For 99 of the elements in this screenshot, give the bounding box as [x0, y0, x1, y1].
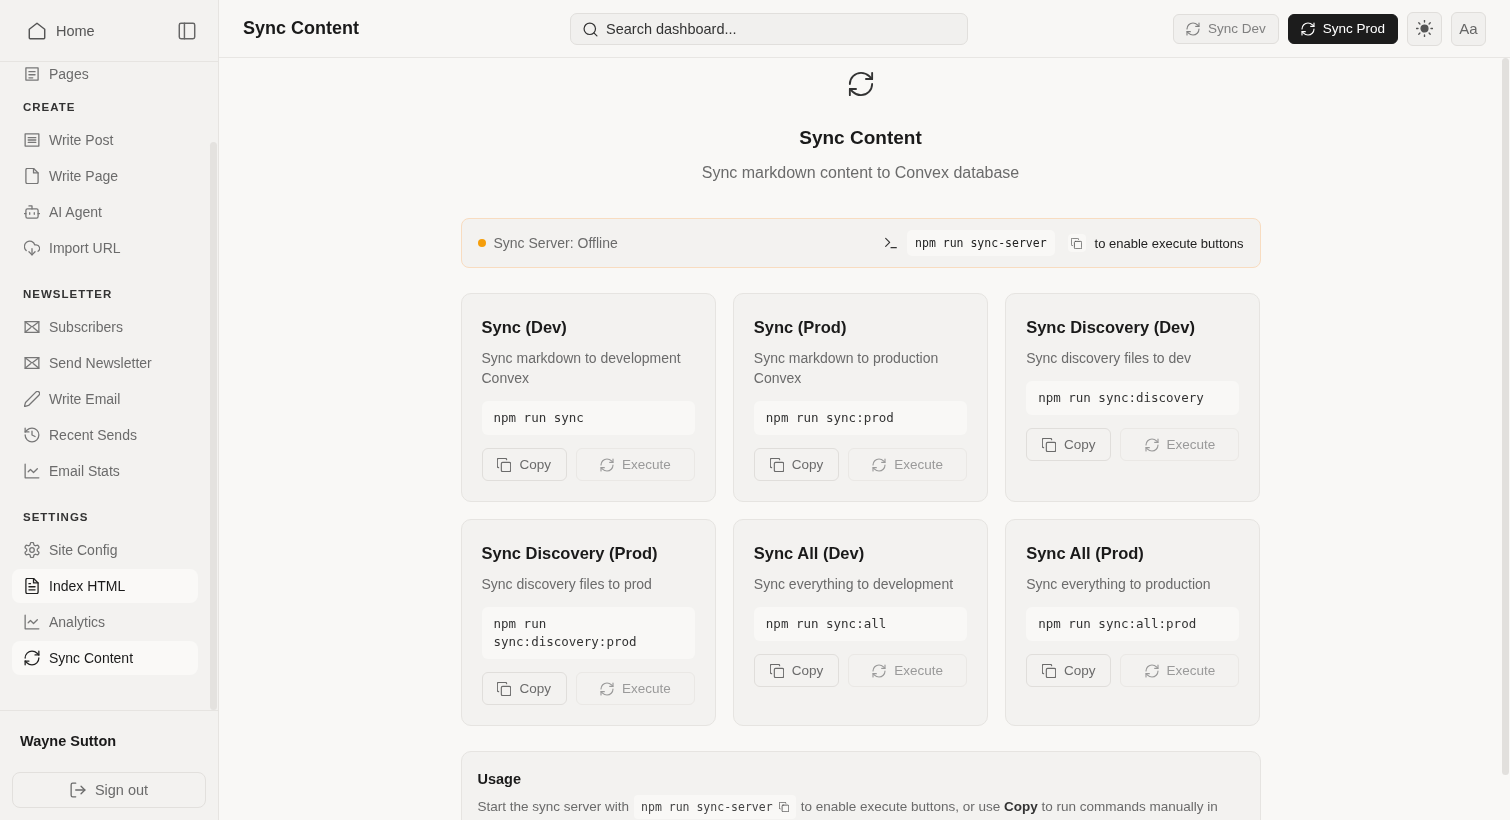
status-text: Sync Server: Offline — [493, 235, 618, 251]
pencil-icon — [24, 391, 40, 407]
usage-title: Usage — [477, 770, 523, 788]
cloud-download-icon — [24, 240, 40, 256]
home-link[interactable]: Home — [28, 21, 95, 40]
sync-icon — [847, 71, 874, 97]
sync-icon — [24, 650, 40, 666]
card-title: Sync Discovery (Prod) — [481, 543, 659, 564]
card-description: Sync markdown to development Convex — [481, 349, 682, 388]
document-lines-icon — [24, 66, 40, 82]
sync-icon — [1144, 437, 1159, 452]
copy-button[interactable]: Copy — [481, 448, 567, 481]
sidebar-item[interactable]: Index HTML — [12, 569, 198, 603]
document-lines-icon — [24, 132, 40, 148]
home-icon — [28, 21, 46, 40]
copy-icon — [1042, 437, 1057, 452]
sidebar-item[interactable]: Site Config — [12, 533, 198, 567]
section-heading: CREATE — [22, 100, 77, 115]
copy-button[interactable] — [1067, 234, 1086, 252]
command-text: npm run sync-server — [641, 799, 773, 816]
code-block: npm run sync:discovery:prod — [481, 607, 695, 659]
sidebar-item[interactable]: Send Newsletter — [12, 346, 198, 380]
code-block: npm run sync:prod — [753, 401, 968, 435]
line-chart-icon — [24, 614, 40, 630]
sync-icon — [872, 663, 887, 678]
card-description: Sync everything to development — [753, 575, 955, 594]
header-title: Sync Content — [243, 18, 359, 39]
card-title: Sync All (Prod) — [1026, 543, 1145, 564]
copy-button[interactable]: Copy — [1026, 654, 1112, 687]
sync-button[interactable]: Sync Dev — [1172, 13, 1279, 44]
sidebar-item[interactable]: Write Post — [12, 123, 198, 157]
file-text-icon — [24, 578, 40, 594]
hint-text: to enable execute buttons — [1094, 235, 1244, 251]
logout-icon — [69, 782, 86, 798]
sidebar-item[interactable]: Sync Content — [12, 641, 198, 675]
card-title: Sync All (Dev) — [753, 543, 866, 564]
sync-icon — [1144, 663, 1159, 678]
card-description: Sync discovery files to prod — [481, 575, 653, 594]
sync-icon — [1300, 21, 1315, 36]
section-heading: NEWSLETTER — [22, 287, 114, 302]
copy-button[interactable]: Copy — [753, 654, 840, 687]
sync-icon — [599, 681, 614, 696]
envelope-icon — [24, 319, 40, 335]
copy-icon — [769, 457, 784, 472]
page-title: Sync Content — [798, 127, 923, 149]
sync-button[interactable]: Sync Prod — [1287, 13, 1398, 44]
sync-icon — [872, 457, 887, 472]
copy-icon — [769, 663, 784, 678]
line-chart-icon — [24, 463, 40, 479]
font-size-button[interactable]: Aa — [1451, 11, 1486, 46]
copy-button[interactable]: Copy — [753, 448, 840, 481]
sidebar-item[interactable]: Subscribers — [12, 310, 198, 344]
sidebar-item[interactable]: Recent Sends — [12, 418, 198, 452]
sidebar-item[interactable]: AI Agent — [12, 195, 198, 229]
copy-icon — [497, 457, 512, 472]
code-block: npm run sync:all:prod — [1026, 607, 1240, 641]
copy-button[interactable]: Copy — [481, 672, 567, 705]
code-snippet: npm run sync-server — [907, 230, 1055, 256]
code-block: npm run sync:discovery — [1026, 381, 1240, 415]
card-description: Sync everything to production — [1026, 575, 1212, 594]
sidebar-item[interactable]: Email Stats — [12, 454, 198, 488]
card-title: Sync Discovery (Dev) — [1026, 317, 1196, 338]
settings-icon — [24, 542, 40, 558]
theme-toggle-button[interactable] — [1407, 11, 1442, 46]
file-icon — [24, 168, 40, 184]
user-name: Wayne Sutton — [19, 732, 118, 750]
sidebar-item[interactable]: Analytics — [12, 605, 198, 639]
copy-icon — [1071, 237, 1083, 249]
usage-text: to enable execute buttons, or use Copy to run commands manually in — [800, 798, 1218, 816]
sidebar-item[interactable]: Write Page — [12, 159, 198, 193]
search-icon — [583, 21, 598, 37]
copy-icon — [1042, 663, 1057, 678]
page-subtitle: Sync markdown content to Convex database — [700, 163, 1021, 183]
sidebar-toggle-button[interactable] — [178, 21, 196, 40]
sidebar-item[interactable]: Import URL — [12, 231, 198, 265]
card-description: Sync discovery files to dev — [1026, 349, 1193, 368]
search-field[interactable]: Search dashboard... — [570, 12, 968, 45]
copy-icon[interactable] — [778, 802, 789, 812]
code-block: npm run sync — [481, 401, 695, 435]
section-heading: SETTINGS — [22, 510, 90, 525]
code-block: npm run sync:all — [753, 607, 968, 641]
sun-icon — [1416, 20, 1433, 37]
envelope-icon — [24, 355, 40, 371]
terminal-icon — [884, 236, 899, 250]
sync-icon — [599, 457, 614, 472]
sidebar-item[interactable]: Pages — [12, 62, 198, 86]
scrollbar-thumb[interactable] — [1502, 58, 1509, 775]
history-icon — [24, 427, 40, 443]
sync-icon — [1185, 21, 1200, 36]
sign-out-button[interactable]: Sign out — [12, 772, 206, 808]
sidebar-item[interactable]: Write Email — [12, 382, 198, 416]
card-description: Sync markdown to production Convex — [753, 349, 940, 388]
usage-text: Start the sync server with — [477, 798, 630, 816]
copy-icon — [497, 681, 512, 696]
robot-icon — [24, 204, 40, 220]
panel-icon — [178, 21, 196, 40]
card-title: Sync (Dev) — [481, 317, 568, 338]
copy-button[interactable]: Copy — [1026, 428, 1112, 461]
card-title: Sync (Prod) — [753, 317, 848, 338]
